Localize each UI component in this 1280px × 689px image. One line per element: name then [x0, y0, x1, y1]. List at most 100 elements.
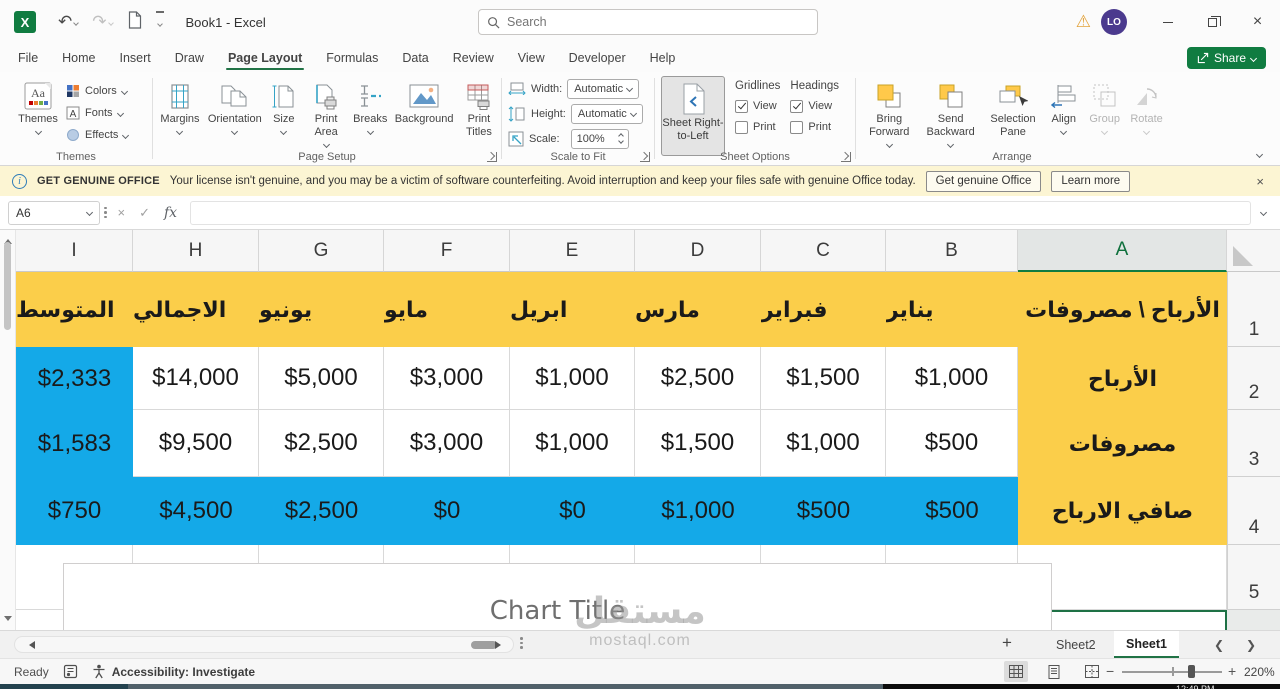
- accessibility-status[interactable]: Accessibility: Investigate: [92, 664, 255, 679]
- sheet-tab-sheet2[interactable]: Sheet2: [1044, 631, 1108, 658]
- cell[interactable]: ابريل: [510, 272, 635, 347]
- cell[interactable]: $1,000: [761, 410, 886, 477]
- cell[interactable]: $4,500: [133, 477, 259, 545]
- column-header-H[interactable]: H: [133, 230, 259, 272]
- redo-button[interactable]: ↷: [92, 12, 114, 32]
- cell[interactable]: المتوسط: [16, 272, 133, 347]
- expand-formula-bar-icon[interactable]: [1259, 208, 1268, 217]
- customize-toolbar-button[interactable]: [155, 11, 164, 33]
- collapse-ribbon-icon[interactable]: [1255, 150, 1264, 159]
- cell[interactable]: صافي الارباح: [1018, 477, 1227, 545]
- account-avatar[interactable]: LO: [1101, 9, 1127, 35]
- zoom-slider-thumb[interactable]: [1188, 665, 1195, 678]
- horizontal-scrollbar[interactable]: [14, 636, 514, 653]
- tab-file[interactable]: File: [6, 44, 50, 72]
- scroll-right-icon[interactable]: [495, 641, 505, 649]
- sheet-tab-sheet1-active[interactable]: Sheet1: [1114, 631, 1179, 658]
- cell[interactable]: $1,583: [16, 410, 133, 477]
- formula-input[interactable]: [190, 200, 1251, 225]
- tab-developer[interactable]: Developer: [557, 44, 638, 72]
- cell[interactable]: الاجمالي: [133, 272, 259, 347]
- cell[interactable]: $5,000: [259, 347, 384, 410]
- colors-button[interactable]: Colors: [66, 80, 128, 102]
- cell[interactable]: الأرباح: [1018, 347, 1227, 410]
- license-warning-icon[interactable]: ⚠: [1076, 12, 1091, 32]
- restore-button[interactable]: [1190, 0, 1235, 44]
- cell[interactable]: مصروفات: [1018, 410, 1227, 477]
- name-box[interactable]: A6: [8, 200, 100, 225]
- column-header-F[interactable]: F: [384, 230, 510, 272]
- tab-formulas[interactable]: Formulas: [314, 44, 390, 72]
- cell[interactable]: $1,000: [886, 347, 1018, 410]
- sheet-nav-next-icon[interactable]: ❯: [1246, 638, 1256, 652]
- cell[interactable]: $1,000: [635, 477, 761, 545]
- cell[interactable]: $500: [761, 477, 886, 545]
- vertical-scrollbar-thumb[interactable]: [4, 242, 11, 330]
- insert-function-icon[interactable]: fx: [164, 205, 177, 221]
- select-all-corner[interactable]: [1227, 230, 1280, 272]
- message-close-icon[interactable]: ×: [1256, 174, 1264, 189]
- embedded-chart[interactable]: Chart Title: [63, 563, 1052, 630]
- column-header-I[interactable]: I: [16, 230, 133, 272]
- name-box-splitter[interactable]: [104, 206, 107, 219]
- cell[interactable]: مايو: [384, 272, 510, 347]
- normal-view-button[interactable]: [1004, 661, 1028, 682]
- new-file-button[interactable]: [127, 10, 142, 34]
- column-header-D[interactable]: D: [635, 230, 761, 272]
- search-box[interactable]: [478, 9, 818, 35]
- column-header-B[interactable]: B: [886, 230, 1018, 272]
- spinner-arrows-icon[interactable]: [617, 133, 624, 144]
- cell[interactable]: $1,500: [635, 410, 761, 477]
- cell[interactable]: $3,000: [384, 410, 510, 477]
- cell[interactable]: $500: [886, 477, 1018, 545]
- cell[interactable]: $3,000: [384, 347, 510, 410]
- row-header-2[interactable]: 2: [1227, 347, 1280, 410]
- cell[interactable]: مارس: [635, 272, 761, 347]
- row-header-5[interactable]: 5: [1227, 545, 1280, 610]
- close-button[interactable]: ×: [1235, 0, 1280, 44]
- sheet-options-dialog-launcher[interactable]: [841, 152, 851, 162]
- cell[interactable]: $500: [886, 410, 1018, 477]
- row-header-4[interactable]: 4: [1227, 477, 1280, 545]
- tab-review[interactable]: Review: [441, 44, 506, 72]
- search-input[interactable]: [507, 15, 787, 29]
- new-sheet-button[interactable]: +: [996, 633, 1018, 653]
- column-header-G[interactable]: G: [259, 230, 384, 272]
- get-genuine-office-button[interactable]: Get genuine Office: [925, 170, 1042, 192]
- tab-draw[interactable]: Draw: [163, 44, 216, 72]
- cell[interactable]: فبراير: [761, 272, 886, 347]
- column-header-E[interactable]: E: [510, 230, 635, 272]
- tab-insert[interactable]: Insert: [108, 44, 163, 72]
- minimize-button[interactable]: [1145, 0, 1190, 44]
- enter-icon[interactable]: ✓: [139, 205, 150, 221]
- fonts-button[interactable]: A Fonts: [66, 102, 128, 124]
- gridlines-view-checkbox[interactable]: View: [735, 97, 780, 115]
- cell[interactable]: $0: [510, 477, 635, 545]
- cell[interactable]: $2,500: [259, 410, 384, 477]
- cell[interactable]: $750: [16, 477, 133, 545]
- cell[interactable]: $9,500: [133, 410, 259, 477]
- cell[interactable]: $2,500: [259, 477, 384, 545]
- tab-page-layout[interactable]: Page Layout: [216, 44, 314, 72]
- zoom-out-icon[interactable]: −: [1106, 663, 1114, 679]
- effects-button[interactable]: Effects: [66, 124, 130, 146]
- zoom-in-icon[interactable]: +: [1228, 663, 1236, 679]
- scale-to-fit-dialog-launcher[interactable]: [640, 152, 650, 162]
- cell[interactable]: الأرباح \ مصروفات: [1018, 272, 1227, 347]
- width-select[interactable]: Automatic: [567, 78, 640, 99]
- macro-record-button[interactable]: [63, 664, 78, 679]
- page-layout-view-button[interactable]: [1042, 661, 1066, 682]
- cell[interactable]: يناير: [886, 272, 1018, 347]
- height-select[interactable]: Automatic: [570, 103, 643, 124]
- cell[interactable]: يونيو: [259, 272, 384, 347]
- column-header-C[interactable]: C: [761, 230, 886, 272]
- tab-home[interactable]: Home: [50, 44, 107, 72]
- cell[interactable]: $14,000: [133, 347, 259, 410]
- sheet-nav-prev-icon[interactable]: ❮: [1214, 638, 1224, 652]
- row-header-3[interactable]: 3: [1227, 410, 1280, 477]
- cell[interactable]: $1,500: [761, 347, 886, 410]
- cell[interactable]: $2,333: [16, 347, 133, 410]
- row-header-1[interactable]: 1: [1227, 272, 1280, 347]
- scale-spinner[interactable]: 100%: [570, 128, 629, 149]
- cell[interactable]: $1,000: [510, 410, 635, 477]
